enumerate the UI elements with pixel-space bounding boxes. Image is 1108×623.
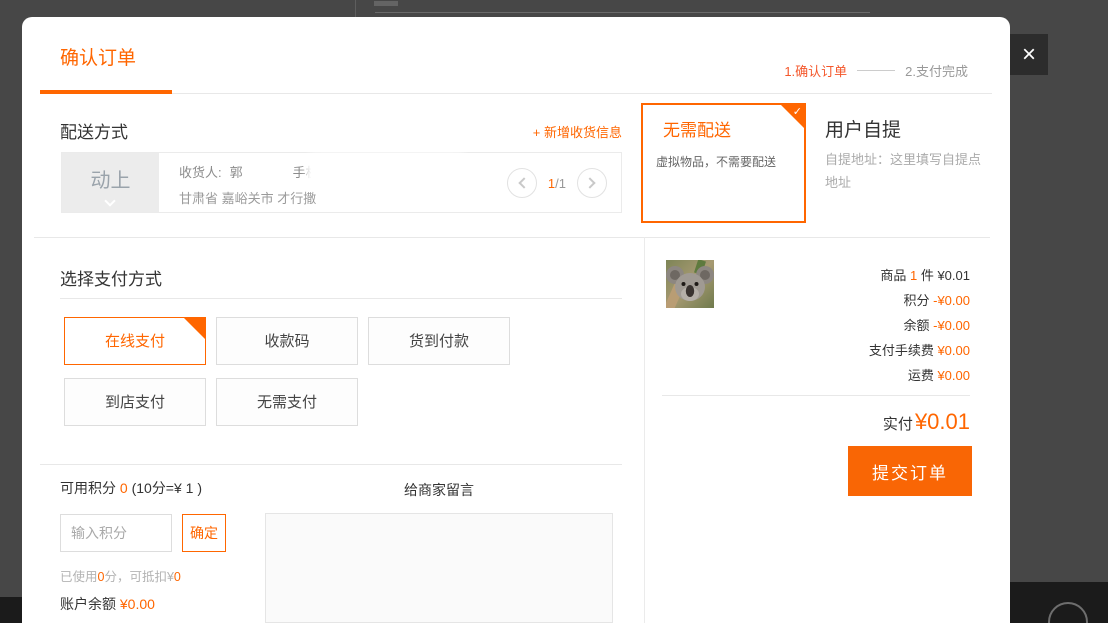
check-icon: ✓ — [793, 105, 802, 118]
screen: × 确认订单 1.确认订单 2.支付完成 配送方式 + 新增收货信息 动上 收货… — [0, 0, 1108, 623]
address-info: 收货人: 郭 手机: 甘肃省 嘉峪关市 才行撒 — [179, 162, 322, 207]
order-summary: 商品 1 件 ¥0.01 积分 -¥0.00 余额 -¥0.00 支付手续费 ¥… — [662, 263, 970, 388]
summary-divider — [662, 395, 970, 396]
section-divider — [34, 237, 990, 238]
payment-option-online[interactable]: 在线支付 ✓ — [64, 317, 206, 365]
address-tag[interactable]: 动上 — [62, 153, 159, 212]
summary-row-fee: 支付手续费 ¥0.00 — [662, 338, 970, 363]
step-payment-done: 2.支付完成 — [905, 61, 968, 80]
submit-order-button[interactable]: 提交订单 — [848, 446, 972, 496]
payment-option-label: 在线支付 — [105, 333, 165, 350]
pager-next-icon[interactable] — [577, 168, 607, 198]
receiver-name: 郭 — [230, 162, 243, 181]
confirm-order-modal: 确认订单 1.确认订单 2.支付完成 配送方式 + 新增收货信息 动上 收货人:… — [22, 17, 1010, 623]
points-available-line: 可用积分 0 (10分=¥ 1 ) — [60, 478, 202, 498]
background-footer-left — [0, 597, 22, 623]
address-pager: 1/1 — [507, 168, 607, 198]
step-connector — [857, 70, 895, 71]
option-desc: 虚拟物品，不需要配送 — [656, 153, 776, 170]
payment-option-instore[interactable]: 到店支付 — [64, 378, 206, 426]
pager-prev-icon[interactable] — [507, 168, 537, 198]
summary-row-product: 商品 1 件 ¥0.01 — [662, 263, 970, 288]
summary-row-balance: 余额 -¥0.00 — [662, 313, 970, 338]
points-available-value: 0 — [120, 480, 128, 496]
merchant-message-textarea[interactable] — [265, 513, 613, 623]
points-divider — [40, 464, 622, 465]
summary-row-points: 积分 -¥0.00 — [662, 288, 970, 313]
payment-option-cod[interactable]: 货到付款 — [368, 317, 510, 365]
points-used-line: 已使用0分，可抵扣¥0 — [60, 566, 181, 585]
address-region: 甘肃省 嘉峪关市 才行撒 — [179, 188, 322, 207]
checkout-steps: 1.确认订单 2.支付完成 — [784, 61, 968, 80]
address-card[interactable]: 动上 收货人: 郭 手机: 甘肃省 嘉峪关市 才行撒 1/1 — [61, 152, 622, 213]
chevron-down-icon — [104, 195, 115, 206]
check-icon: ✓ — [194, 318, 203, 366]
delivery-option-no-shipping[interactable]: 无需配送 虚拟物品，不需要配送 ✓ — [641, 103, 806, 223]
merchant-message-label: 给商家留言 — [265, 480, 613, 500]
payment-heading-divider — [60, 298, 622, 299]
column-divider — [644, 237, 645, 623]
page-title: 确认订单 — [60, 43, 136, 70]
receiver-label: 收货人: — [179, 162, 222, 181]
payment-option-nopay[interactable]: 无需支付 — [216, 378, 358, 426]
close-icon[interactable]: × — [1010, 34, 1048, 75]
option-title: 无需配送 — [663, 116, 731, 141]
header-accent-bar — [40, 90, 172, 94]
account-balance-line: 账户余额 ¥0.00 — [60, 594, 155, 614]
account-balance-value: ¥0.00 — [120, 596, 155, 612]
summary-row-shipping: 运费 ¥0.00 — [662, 363, 970, 388]
add-address-link[interactable]: + 新增收货信息 — [533, 122, 622, 141]
option-title: 用户自提 — [825, 115, 901, 142]
background-rule — [375, 12, 870, 13]
header-divider — [40, 93, 992, 94]
delivery-option-self-pickup[interactable]: 用户自提 自提地址：这里填写自提点地址 — [825, 103, 997, 223]
option-desc: 自提地址：这里填写自提点地址 — [825, 149, 987, 195]
step-confirm-order: 1.确认订单 — [784, 61, 847, 80]
delivery-heading: 配送方式 — [60, 118, 128, 143]
phone-redaction — [311, 158, 463, 185]
points-confirm-button[interactable]: 确定 — [182, 514, 226, 552]
payment-option-qrcode[interactable]: 收款码 — [216, 317, 358, 365]
pager-indicator: 1/1 — [548, 176, 566, 191]
total-value: ¥0.01 — [915, 409, 970, 434]
background-divider — [355, 0, 356, 17]
total-line: 实付¥0.01 — [662, 409, 970, 435]
payment-heading: 选择支付方式 — [60, 265, 162, 290]
points-input[interactable] — [60, 514, 172, 552]
background-text-fragment — [374, 1, 398, 6]
address-tag-label: 动上 — [62, 164, 159, 193]
